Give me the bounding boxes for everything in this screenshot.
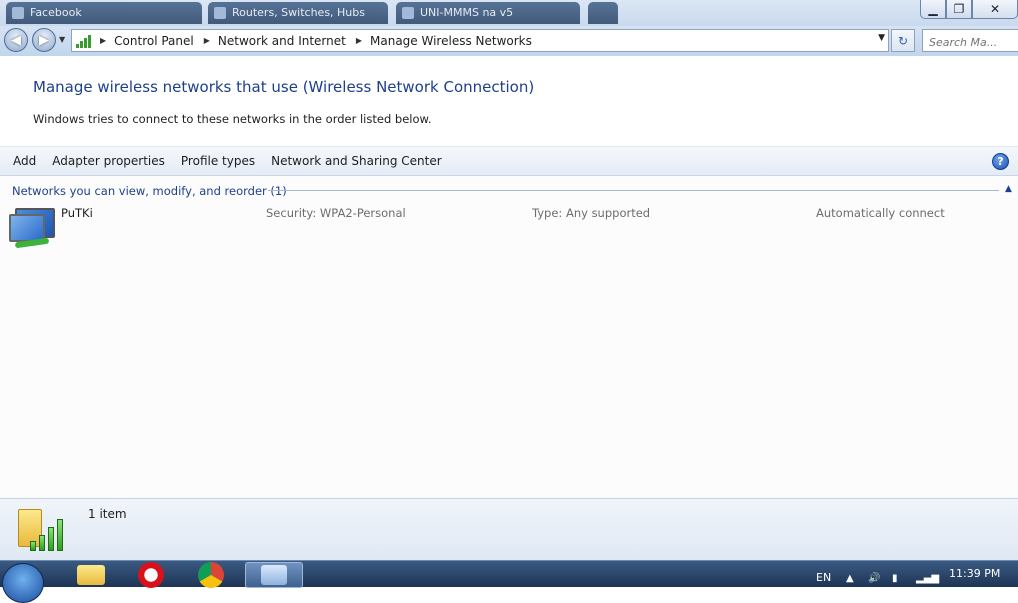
window-controls: ▁ ❐ ✕ (920, 0, 1018, 19)
refresh-button[interactable]: ↻ (891, 29, 915, 52)
breadcrumb-separator-icon: ▶ (100, 36, 107, 45)
item-count: 1 item (88, 507, 127, 521)
type-value: Any supported (565, 206, 651, 220)
search-input[interactable] (922, 29, 1018, 52)
language-indicator[interactable]: EN (816, 571, 831, 584)
security-value: WPA2-Personal (319, 206, 406, 220)
network-signal-icon (76, 34, 94, 48)
adapter-properties-button[interactable]: Adapter properties (44, 150, 173, 172)
network-folder-icon (18, 503, 70, 555)
help-button[interactable]: ? (992, 153, 1009, 170)
address-dropdown-icon[interactable]: ▼ (878, 33, 885, 43)
wireless-network-icon (9, 206, 57, 250)
address-bar[interactable]: ▶ Control Panel ▶ Network and Internet ▶… (71, 29, 889, 52)
details-pane: 1 item (0, 498, 1018, 560)
folder-icon (77, 565, 105, 585)
power-icon[interactable]: ▮ (892, 573, 904, 585)
volume-icon[interactable]: 🔊 (868, 573, 880, 585)
new-tab-button[interactable] (588, 2, 618, 24)
browser-tab-1[interactable]: Facebook (6, 2, 202, 24)
breadcrumb-manage-wireless[interactable]: Manage Wireless Networks (370, 34, 532, 48)
tab-label: Routers, Switches, Hubs (232, 6, 365, 19)
restore-icon: ❐ (953, 2, 965, 16)
network-list: Networks you can view, modify, and reord… (0, 176, 1018, 498)
facebook-icon (12, 7, 24, 19)
security-label: Security: (266, 206, 317, 220)
minimize-button[interactable]: ▁ (920, 0, 946, 19)
tab-label: Facebook (30, 6, 82, 19)
taskbar-opera[interactable] (122, 562, 180, 588)
profile-types-button[interactable]: Profile types (173, 150, 263, 172)
forward-button[interactable]: ▶ (32, 28, 56, 52)
breadcrumb-network-and-internet[interactable]: Network and Internet (218, 34, 346, 48)
breadcrumb-separator-icon: ▶ (355, 36, 363, 45)
opera-icon (138, 562, 164, 588)
group-header[interactable]: Networks you can view, modify, and reord… (12, 184, 287, 198)
command-bar: Add Adapter properties Profile types Net… (0, 146, 1018, 176)
group-divider (268, 190, 999, 191)
navigation-bar: ◀ ▶ ▼ ▶ Control Panel ▶ Network and Inte… (0, 26, 1018, 56)
system-tray: EN ▲ 🔊 ▮ ▂▄▆ 11:39 PM (800, 561, 1018, 588)
network-tray-icon[interactable]: ▂▄▆ (916, 573, 939, 585)
back-button[interactable]: ◀ (4, 28, 28, 52)
page-subtitle: Windows tries to connect to these networ… (33, 112, 432, 126)
title-bar: Facebook Routers, Switches, Hubs UNI-MMM… (0, 0, 1018, 26)
minimize-icon: ▁ (928, 2, 938, 16)
network-name: PuTKi (61, 206, 93, 220)
type-label: Type: (532, 206, 563, 220)
taskbar-chrome[interactable] (182, 562, 240, 588)
page-title: Manage wireless networks that use (Wirel… (33, 78, 535, 96)
control-panel-icon (261, 565, 287, 585)
clock[interactable]: 11:39 PM (949, 567, 1000, 580)
refresh-icon: ↻ (897, 33, 909, 48)
taskbar-control-panel[interactable] (245, 562, 303, 588)
close-button[interactable]: ✕ (972, 0, 1018, 19)
close-icon: ✕ (989, 2, 1001, 16)
page-icon (214, 7, 226, 19)
taskbar-explorer[interactable] (62, 562, 120, 588)
list-item[interactable]: PuTKi Security: WPA2-Personal Type: Any … (0, 202, 1018, 252)
breadcrumb-separator-icon: ▶ (203, 36, 210, 45)
start-button[interactable] (2, 563, 44, 603)
show-hidden-icons-icon[interactable]: ▲ (846, 573, 858, 585)
network-sharing-center-button[interactable]: Network and Sharing Center (263, 150, 450, 172)
collapse-group-icon[interactable]: ▲ (1005, 184, 1012, 194)
chrome-icon (198, 562, 224, 588)
forward-arrow-icon: ▶ (39, 32, 49, 48)
browser-tab-2[interactable]: Routers, Switches, Hubs (208, 2, 388, 24)
network-security: Security: WPA2-Personal (266, 206, 406, 220)
help-icon: ? (997, 155, 1004, 168)
browser-tab-3[interactable]: UNI-MMMS na v5 (396, 2, 580, 24)
tab-label: UNI-MMMS na v5 (420, 6, 514, 19)
document-icon (402, 7, 414, 19)
breadcrumb-control-panel[interactable]: Control Panel (114, 34, 194, 48)
taskbar: EN ▲ 🔊 ▮ ▂▄▆ 11:39 PM (0, 560, 1018, 603)
restore-button[interactable]: ❐ (946, 0, 972, 19)
back-arrow-icon: ◀ (11, 32, 21, 48)
recent-pages-dropdown[interactable]: ▼ (59, 35, 65, 44)
connection-mode: Automatically connect (816, 206, 945, 220)
network-type: Type: Any supported (532, 206, 650, 220)
add-button[interactable]: Add (5, 150, 44, 172)
